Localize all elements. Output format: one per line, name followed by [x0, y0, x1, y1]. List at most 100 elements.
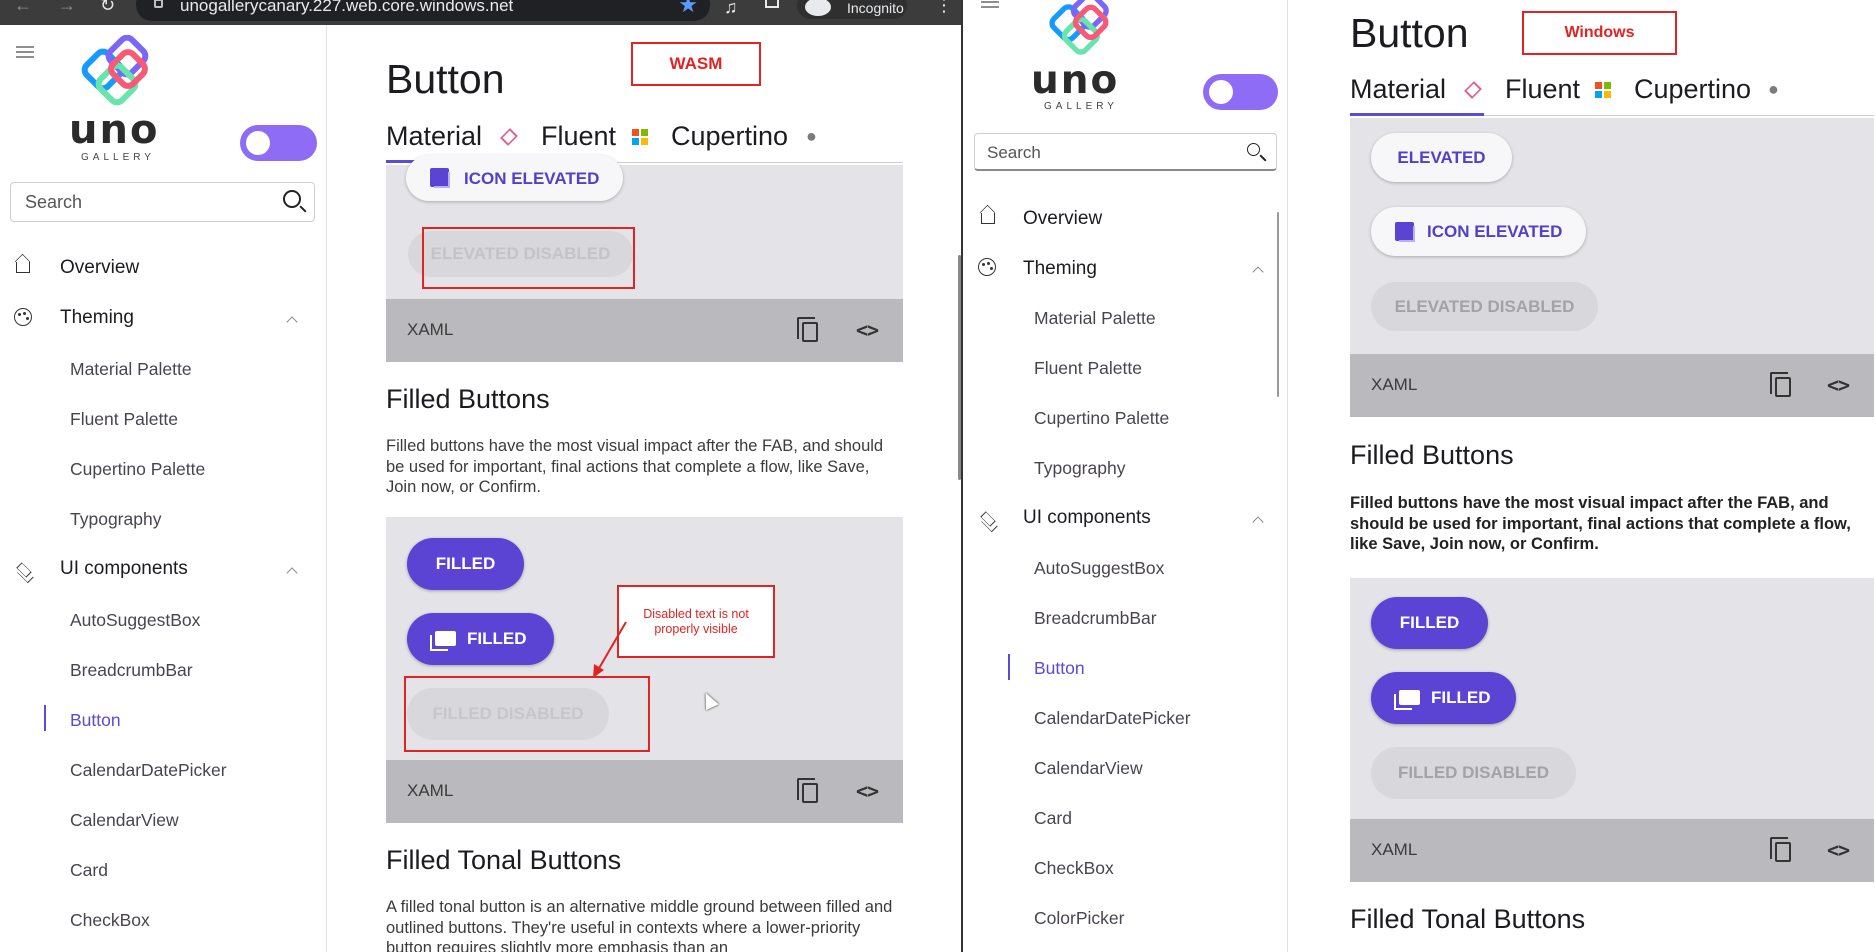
search-placeholder: Search [987, 143, 1041, 162]
lock-icon [154, 0, 163, 8]
platform-label: Windows [1522, 11, 1677, 55]
media-icon[interactable]: ♫ [724, 0, 738, 16]
reload-icon[interactable]: ↻ [100, 0, 115, 14]
uno-logo-icon [81, 35, 149, 106]
code-icon[interactable]: <> [1827, 838, 1850, 862]
more-menu-icon[interactable]: ⋮ [935, 0, 953, 14]
nav-breadcrumbbar[interactable]: BreadcrumbBar [1034, 608, 1157, 629]
nav-theming[interactable]: Theming [1023, 258, 1097, 280]
nav-autosuggestbox[interactable]: AutoSuggestBox [1034, 558, 1164, 579]
elevated-button[interactable]: ELEVATED [1371, 133, 1512, 182]
code-icon[interactable]: <> [856, 318, 879, 342]
copy-icon[interactable] [1770, 372, 1791, 397]
nav-button[interactable]: Button [70, 710, 121, 731]
nav-checkbox[interactable]: CheckBox [1034, 858, 1114, 879]
nav-card[interactable]: Card [70, 860, 108, 881]
icon-elevated-button[interactable]: ICON ELEVATED [1371, 207, 1586, 256]
tab-fluent[interactable]: Fluent [541, 121, 616, 152]
logo-wordmark: uno [1031, 58, 1120, 103]
filled-button[interactable]: FILLED [407, 538, 524, 590]
nav-card[interactable]: Card [1034, 808, 1072, 829]
square-icon [430, 168, 450, 188]
filled-icon-button[interactable]: FILLED [407, 613, 554, 665]
annotation-box [422, 227, 635, 289]
platform-label: WASM [631, 42, 761, 86]
sun-icon [1209, 80, 1233, 104]
microsoft-icon [632, 129, 648, 145]
search-box[interactable]: Search [10, 182, 315, 222]
nav-cupertino-palette[interactable]: Cupertino Palette [1034, 408, 1169, 429]
theme-toggle[interactable] [1203, 74, 1278, 110]
chevron-up-icon[interactable] [286, 567, 298, 579]
nav-colorpicker[interactable]: ColorPicker [1034, 908, 1124, 929]
tab-fluent[interactable]: Fluent [1505, 74, 1580, 105]
layers-icon [980, 511, 996, 527]
bookmark-star-icon[interactable]: ★ [678, 0, 698, 18]
search-box[interactable]: Search [974, 133, 1277, 171]
nav-fluent-palette[interactable]: Fluent Palette [70, 409, 178, 430]
nav-material-palette[interactable]: Material Palette [70, 359, 192, 380]
scrollbar[interactable] [1277, 212, 1279, 397]
address-bar[interactable]: unogallerycanary.227.web.core.windows.ne… [136, 0, 710, 21]
code-icon[interactable]: <> [1827, 373, 1850, 397]
tab-material[interactable]: Material [386, 121, 482, 152]
nav-cupertino-palette[interactable]: Cupertino Palette [70, 459, 205, 480]
incognito-badge[interactable]: Incognito [797, 0, 907, 19]
logo-subtitle: GALLERY [81, 152, 155, 163]
nav-typography[interactable]: Typography [1034, 458, 1125, 479]
active-indicator [44, 705, 46, 731]
nav-overview[interactable]: Overview [60, 257, 139, 279]
section-heading-filled: Filled Buttons [1350, 440, 1514, 470]
annotation-arrow-icon [593, 621, 627, 678]
tab-cupertino[interactable]: Cupertino [1634, 74, 1751, 105]
uno-icon [500, 128, 518, 146]
copy-icon[interactable] [797, 778, 818, 803]
hamburger-icon[interactable] [981, 0, 999, 8]
filled-icon-button[interactable]: FILLED [1371, 672, 1516, 724]
nav-breadcrumbbar[interactable]: BreadcrumbBar [70, 660, 193, 681]
section-heading-filled: Filled Buttons [386, 384, 550, 414]
tab-active-underline [1350, 113, 1484, 116]
chevron-up-icon[interactable] [286, 316, 298, 328]
copy-icon[interactable] [1770, 837, 1791, 862]
nav-calendardatepicker[interactable]: CalendarDatePicker [1034, 708, 1191, 729]
sidebar-divider [326, 25, 327, 952]
forward-icon[interactable]: → [58, 0, 76, 14]
tab-cupertino[interactable]: Cupertino [671, 121, 788, 152]
square-icon [1395, 222, 1415, 242]
nav-overview[interactable]: Overview [1023, 208, 1102, 230]
copy-icon[interactable] [797, 317, 818, 342]
tab-material[interactable]: Material [1350, 74, 1446, 105]
hamburger-icon[interactable] [16, 46, 34, 58]
sun-icon [246, 131, 270, 155]
nav-calendarview[interactable]: CalendarView [70, 810, 179, 831]
nav-calendardatepicker[interactable]: CalendarDatePicker [70, 760, 227, 781]
chevron-up-icon[interactable] [1252, 266, 1264, 278]
icon-elevated-button[interactable]: ICON ELEVATED [406, 155, 623, 201]
xaml-bar: XAML <> [1350, 819, 1874, 882]
nav-ui-components[interactable]: UI components [60, 558, 188, 580]
nav-ui-components[interactable]: UI components [1023, 507, 1151, 529]
wasm-window: ← → ↻ unogallerycanary.227.web.core.wind… [0, 0, 963, 952]
uno-logo-icon [1049, 0, 1109, 55]
nav-fluent-palette[interactable]: Fluent Palette [1034, 358, 1142, 379]
collections-icon [430, 631, 456, 651]
search-icon[interactable] [283, 190, 301, 208]
theme-toggle[interactable] [240, 125, 317, 161]
back-icon[interactable]: ← [14, 0, 32, 14]
scrollbar[interactable] [958, 255, 961, 480]
xaml-label: XAML [1371, 375, 1418, 394]
chevron-up-icon[interactable] [1252, 516, 1264, 528]
nav-theming[interactable]: Theming [60, 307, 134, 329]
search-icon[interactable] [1247, 143, 1260, 156]
nav-material-palette[interactable]: Material Palette [1034, 308, 1156, 329]
nav-autosuggestbox[interactable]: AutoSuggestBox [70, 610, 200, 631]
nav-typography[interactable]: Typography [70, 509, 161, 530]
sidepanel-icon[interactable] [765, 0, 779, 8]
nav-calendarview[interactable]: CalendarView [1034, 758, 1143, 779]
code-icon[interactable]: <> [856, 779, 879, 803]
elevated-disabled-button: ELEVATED DISABLED [1371, 282, 1598, 331]
nav-button[interactable]: Button [1034, 658, 1085, 679]
nav-checkbox[interactable]: CheckBox [70, 910, 150, 931]
filled-button[interactable]: FILLED [1371, 597, 1488, 649]
